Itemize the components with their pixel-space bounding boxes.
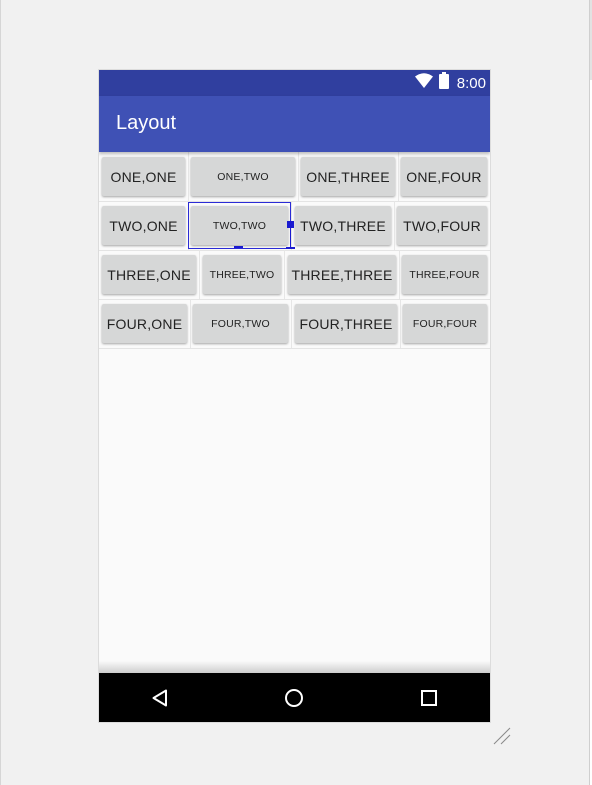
cell-button-two-four[interactable]: TWO,FOUR — [397, 206, 487, 245]
table-cell: THREE,THREE — [285, 250, 399, 299]
app-title: Layout — [116, 112, 177, 134]
anchor-base — [286, 247, 295, 249]
cell-button-three-three[interactable]: THREE,THREE — [288, 255, 396, 294]
wifi-icon — [414, 73, 433, 93]
table-cell: TWO,FOUR — [394, 201, 490, 250]
table-row: FOUR,ONE FOUR,TWO FOUR,THREE FOUR,FOUR — [99, 299, 490, 348]
cell-button-three-one[interactable]: THREE,ONE — [102, 255, 196, 294]
nav-shadow — [99, 661, 490, 673]
table-cell: THREE,FOUR — [399, 250, 490, 299]
device-preview: 8:00 Layout ONE,ONE ONE,TWO ONE,THREE ON… — [99, 70, 490, 722]
cell-button-two-one[interactable]: TWO,ONE — [102, 206, 185, 245]
canvas-border — [0, 0, 1, 785]
cell-button-one-two[interactable]: ONE,TWO — [191, 157, 295, 196]
recents-icon[interactable] — [416, 685, 442, 711]
app-bar: Layout — [99, 96, 490, 152]
table-cell: TWO,THREE — [292, 201, 394, 250]
cell-button-four-three[interactable]: FOUR,THREE — [295, 304, 397, 343]
table-row: THREE,ONE THREE,TWO THREE,THREE THREE,FO… — [99, 250, 490, 299]
cell-button-three-two[interactable]: THREE,TWO — [203, 255, 281, 294]
table-cell: FOUR,ONE — [99, 299, 190, 348]
resize-grip-icon[interactable] — [492, 726, 512, 746]
battery-icon — [438, 72, 449, 94]
selection-outline — [188, 202, 291, 249]
table-cell: FOUR,FOUR — [400, 299, 490, 348]
table-cell: THREE,ONE — [99, 250, 199, 299]
cell-button-three-four[interactable]: THREE,FOUR — [402, 255, 487, 294]
resize-handle-right[interactable] — [287, 221, 294, 228]
table-layout: ONE,ONE ONE,TWO ONE,THREE ONE,FOUR TWO,O… — [99, 152, 490, 349]
resize-handle-bottom[interactable] — [234, 246, 243, 248]
table-cell: ONE,FOUR — [398, 152, 490, 201]
cell-button-two-three[interactable]: TWO,THREE — [295, 206, 391, 245]
table-cell: TWO,ONE — [99, 201, 188, 250]
cell-button-one-four[interactable]: ONE,FOUR — [401, 157, 487, 196]
table-cell: FOUR,TWO — [190, 299, 291, 348]
table-cell: ONE,TWO — [188, 152, 298, 201]
cell-button-four-four[interactable]: FOUR,FOUR — [403, 304, 487, 343]
cell-button-four-one[interactable]: FOUR,ONE — [102, 304, 187, 343]
table-cell: FOUR,THREE — [292, 299, 400, 348]
home-icon[interactable] — [281, 685, 307, 711]
table-cell: ONE,ONE — [99, 152, 188, 201]
cell-button-four-two[interactable]: FOUR,TWO — [193, 304, 288, 343]
table-cell: ONE,THREE — [298, 152, 398, 201]
table-cell: THREE,TWO — [200, 250, 284, 299]
table-row: TWO,ONE TWO,TWO TWO,THREE TWO,FOUR — [99, 201, 490, 250]
table-row: ONE,ONE ONE,TWO ONE,THREE ONE,FOUR — [99, 152, 490, 201]
row-divider — [99, 348, 490, 349]
navigation-bar — [99, 673, 490, 722]
status-time: 8:00 — [456, 74, 486, 92]
anchor-line — [290, 228, 291, 248]
cell-button-one-three[interactable]: ONE,THREE — [301, 157, 395, 196]
cell-button-one-one[interactable]: ONE,ONE — [102, 157, 185, 196]
status-bar: 8:00 — [99, 70, 490, 96]
status-icons: 8:00 — [414, 70, 486, 96]
back-icon[interactable] — [147, 685, 173, 711]
